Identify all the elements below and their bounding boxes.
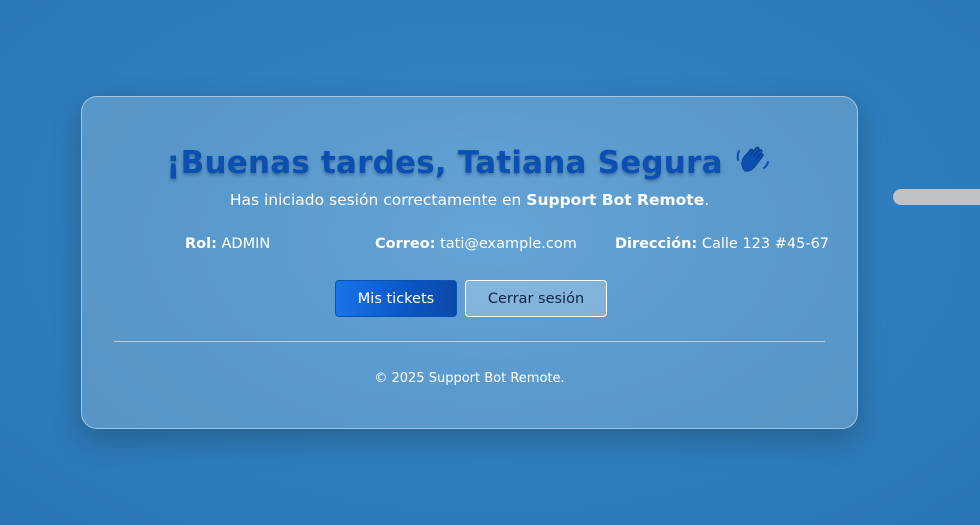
subtitle-prefix: Has iniciado sesión correctamente en	[229, 191, 527, 209]
greeting-heading: ¡Buenas tardes, Tatiana Segura	[82, 141, 857, 181]
welcome-card: ¡Buenas tardes, Tatiana Segura Has inici…	[81, 96, 858, 429]
rol-label: Rol:	[185, 236, 217, 252]
direccion-value: Calle 123 #45-67	[701, 236, 830, 252]
my-tickets-button[interactable]: Mis tickets	[335, 280, 457, 317]
greeting-text: ¡Buenas tardes, Tatiana Segura	[166, 145, 723, 181]
correo-value: tati@example.com	[440, 236, 577, 252]
correo-label: Correo:	[375, 236, 436, 252]
logout-button[interactable]: Cerrar sesión	[465, 280, 607, 317]
direccion-label: Dirección:	[615, 236, 698, 252]
side-scroll-handle[interactable]	[893, 189, 980, 205]
login-subtitle: Has iniciado sesión correctamente en Sup…	[82, 191, 857, 209]
subtitle-suffix: .	[704, 191, 710, 209]
info-direccion: Dirección: Calle 123 #45-67	[615, 236, 829, 252]
rol-value: ADMIN	[221, 236, 271, 252]
waving-hand-icon	[736, 146, 769, 172]
divider	[114, 341, 825, 342]
info-rol: Rol: ADMIN	[185, 236, 270, 252]
info-correo: Correo: tati@example.com	[375, 236, 577, 252]
footer-copyright: © 2025 Support Bot Remote.	[374, 371, 565, 386]
app-name: Support Bot Remote	[526, 191, 705, 209]
